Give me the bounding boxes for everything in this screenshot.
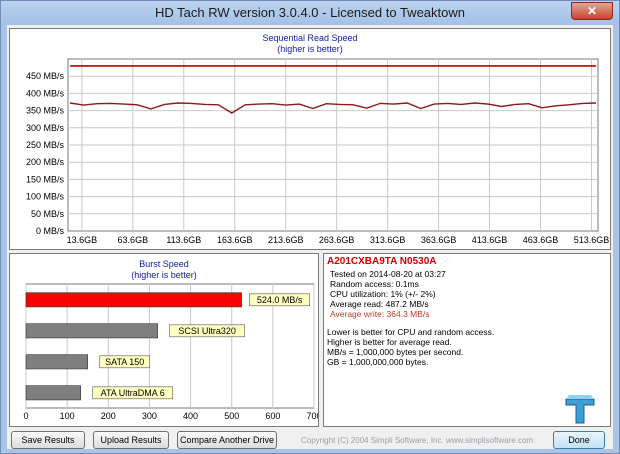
burst-tick-label: 0 <box>23 411 28 421</box>
burst-bar <box>25 292 242 308</box>
y-tick-label: 300 MB/s <box>26 123 65 133</box>
burst-bar-label: ATA UltraDMA 6 <box>101 388 165 398</box>
y-tick-label: 250 MB/s <box>26 140 65 150</box>
client-area: Sequential Read Speed (higher is better)… <box>7 25 613 449</box>
x-tick-label: 13.6GB <box>67 235 98 245</box>
drive-model: A201CXBA9TA N0530A <box>327 256 437 267</box>
x-tick-label: 163.6GB <box>217 235 253 245</box>
sequential-read-chart: 450 MB/s 400 MB/s 350 MB/s 300 MB/s 250 MB/s… <box>26 58 610 245</box>
x-tick-label: 513.6GB <box>574 235 610 245</box>
x-tick-label: 263.6GB <box>319 235 355 245</box>
close-button[interactable]: ✕ <box>571 2 613 20</box>
burst-tick-label: 700 <box>306 411 318 421</box>
window-title: HD Tach RW version 3.0.4.0 - Licensed to… <box>155 5 465 20</box>
tested-date: Tested on 2014-08-20 at 03:27 <box>330 269 446 279</box>
y-tick-label: 50 MB/s <box>31 209 65 219</box>
y-tick-label: 200 MB/s <box>26 157 65 167</box>
save-results-button[interactable]: Save Results <box>11 431 85 449</box>
note-gb: GB = 1,000,000,000 bytes. <box>327 357 429 367</box>
done-button[interactable]: Done <box>553 431 605 449</box>
y-tick-label: 150 MB/s <box>26 174 65 184</box>
random-access: Random access: 0.1ms <box>330 279 419 289</box>
cpu-utilization: CPU utilization: 1% (+/- 2%) <box>330 289 436 299</box>
burst-bar <box>25 385 82 401</box>
average-read: Average read: 487.2 MB/s <box>330 299 429 309</box>
burst-tick-label: 100 <box>60 411 75 421</box>
burst-bar <box>25 323 158 339</box>
burst-speed-chart: 524.0 MB/s SCSI Ultra320 SATA 150 ATA Ultra… <box>23 283 318 421</box>
y-tick-label: 400 MB/s <box>26 88 65 98</box>
average-write: Average write: 364.3 MB/s <box>330 309 430 319</box>
burst-bar <box>25 354 89 370</box>
tweaktown-logo <box>565 395 595 424</box>
x-tick-label: 463.6GB <box>523 235 559 245</box>
burst-tick-label: 300 <box>142 411 157 421</box>
x-tick-label: 313.6GB <box>370 235 406 245</box>
note-mbs: MB/s = 1,000,000 bytes per second. <box>327 347 464 357</box>
y-tick-label: 350 MB/s <box>26 106 65 116</box>
title-bar: HD Tach RW version 3.0.4.0 - Licensed to… <box>1 1 619 25</box>
copyright-text: Copyright (C) 2004 Simpli Software, Inc.… <box>301 436 534 445</box>
x-tick-label: 213.6GB <box>268 235 304 245</box>
burst-tick-label: 400 <box>183 411 198 421</box>
note-read: Higher is better for average read. <box>327 337 452 347</box>
y-tick-label: 100 MB/s <box>26 192 65 202</box>
sequential-chart-panel: Sequential Read Speed (higher is better)… <box>9 28 611 250</box>
x-tick-label: 63.6GB <box>118 235 149 245</box>
x-tick-label: 413.6GB <box>472 235 508 245</box>
burst-tick-label: 600 <box>265 411 280 421</box>
compare-drive-button[interactable]: Compare Another Drive <box>177 431 277 449</box>
burst-tick-label: 200 <box>101 411 116 421</box>
burst-bar-label: SCSI Ultra320 <box>178 326 236 336</box>
y-tick-label: 0 MB/s <box>36 226 65 236</box>
note-cpu: Lower is better for CPU and random acces… <box>327 327 495 337</box>
upload-results-button[interactable]: Upload Results <box>93 431 169 449</box>
burst-tick-label: 500 <box>224 411 239 421</box>
burst-bar-label: 524.0 MB/s <box>257 295 303 305</box>
y-tick-label: 450 MB/s <box>26 71 65 81</box>
x-tick-label: 113.6GB <box>166 235 201 245</box>
burst-bar-label: SATA 150 <box>105 357 144 367</box>
x-tick-label: 363.6GB <box>421 235 457 245</box>
app-window: HD Tach RW version 3.0.4.0 - Licensed to… <box>0 0 620 454</box>
burst-chart-panel: Burst Speed (higher is better) 524.0 MB/… <box>9 253 319 427</box>
